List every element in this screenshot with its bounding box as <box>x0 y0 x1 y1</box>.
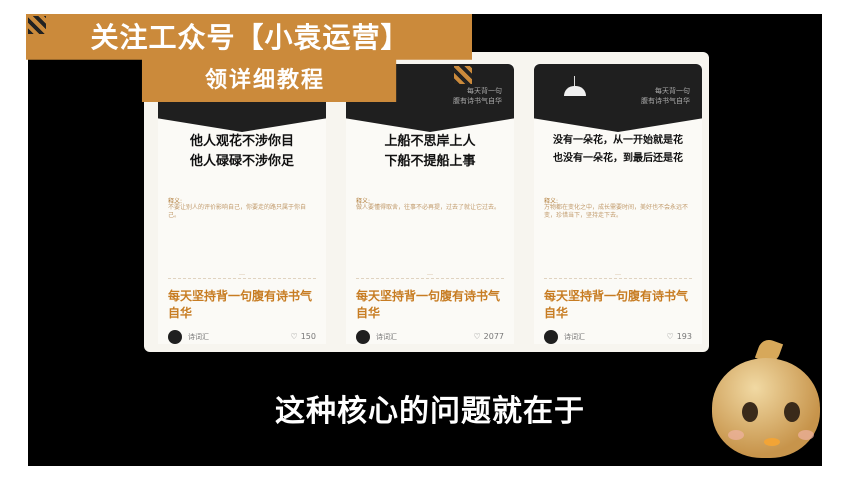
card-caption[interactable]: 每天坚持背一句腹有诗书气自华 <box>356 288 504 322</box>
author-name[interactable]: 诗词汇 <box>564 332 585 342</box>
mascot-body <box>712 358 820 458</box>
heart-icon[interactable]: ♡ <box>473 332 480 341</box>
heart-icon[interactable]: ♡ <box>291 332 298 341</box>
heart-icon[interactable]: ♡ <box>667 332 674 341</box>
note-text: 不要让别人的评价影响自己，你要走的路只属于你自己。 <box>168 204 307 219</box>
divider-dots: … <box>239 270 245 277</box>
card-caption[interactable]: 每天坚持背一句腹有诗书气自华 <box>168 288 316 322</box>
author-name[interactable]: 诗词汇 <box>188 332 209 342</box>
beak <box>764 438 780 446</box>
like-count[interactable]: ♡ 193 <box>667 332 692 341</box>
note-text: 做人要懂得取舍，往事不必再提，过去了就让它过去。 <box>356 204 501 211</box>
like-count[interactable]: ♡ 2077 <box>473 332 504 341</box>
poem-card-1[interactable]: 他人观花不涉你目 他人碌碌不涉你足 释义: 不要让别人的评价影响自己，你要走的路… <box>158 64 326 344</box>
like-value: 2077 <box>483 332 504 341</box>
avatar[interactable] <box>544 330 558 344</box>
like-value: 193 <box>676 332 692 341</box>
divider <box>544 278 692 280</box>
card-header-text: 每天背一句 腹有诗书气自华 <box>641 87 690 105</box>
cheek-left <box>728 430 744 440</box>
pixel-decoration <box>454 66 472 84</box>
poem-card-2[interactable]: 每天背一句 腹有诗书气自华 上船不思岸上人 下船不提船上事 释义: 做人要懂得取… <box>346 64 514 344</box>
card-meta: 诗词汇 ♡ 150 <box>168 330 316 346</box>
cheek-right <box>798 430 814 440</box>
eye-left <box>742 402 758 422</box>
card-title: 上船不思岸上人 下船不提船上事 <box>384 134 476 169</box>
like-count[interactable]: ♡ 150 <box>291 332 316 341</box>
card-meta: 诗词汇 ♡ 2077 <box>356 330 504 346</box>
card-title: 他人观花不涉你目 他人碌碌不涉你足 <box>189 134 294 169</box>
avatar[interactable] <box>356 330 370 344</box>
banner-subtitle: 领详细教程 <box>204 68 325 93</box>
card-header-text: 每天背一句 腹有诗书气自华 <box>453 87 502 105</box>
divider-dots: … <box>427 270 433 277</box>
author-name[interactable]: 诗词汇 <box>376 332 397 342</box>
video-frame: 他人观花不涉你目 他人碌碌不涉你足 释义: 不要让别人的评价影响自己，你要走的路… <box>0 0 852 480</box>
poem-card-3[interactable]: 每天背一句 腹有诗书气自华 没有一朵花，从一开始就是花 也没有一朵花，到最后还是… <box>534 64 702 344</box>
eye-right <box>784 402 800 422</box>
divider <box>168 278 316 280</box>
divider-dots: … <box>615 270 621 277</box>
video-subtitle: 这种核心的问题就在于 <box>275 394 585 429</box>
note-text: 万物都在变化之中，成长需要时间，美好也不会永远不变，珍惜当下，坚持走下去。 <box>544 204 689 219</box>
avatar[interactable] <box>168 330 182 344</box>
card-meta: 诗词汇 ♡ 193 <box>544 330 692 346</box>
mascot-icon <box>708 336 828 466</box>
like-value: 150 <box>300 332 316 341</box>
divider <box>356 278 504 280</box>
card-caption[interactable]: 每天坚持背一句腹有诗书气自华 <box>544 288 692 322</box>
card-title: 没有一朵花，从一开始就是花 也没有一朵花，到最后还是花 <box>553 135 683 164</box>
lamp-icon <box>574 76 575 86</box>
banner-title: 关注工众号【小袁运营】 <box>90 21 410 54</box>
